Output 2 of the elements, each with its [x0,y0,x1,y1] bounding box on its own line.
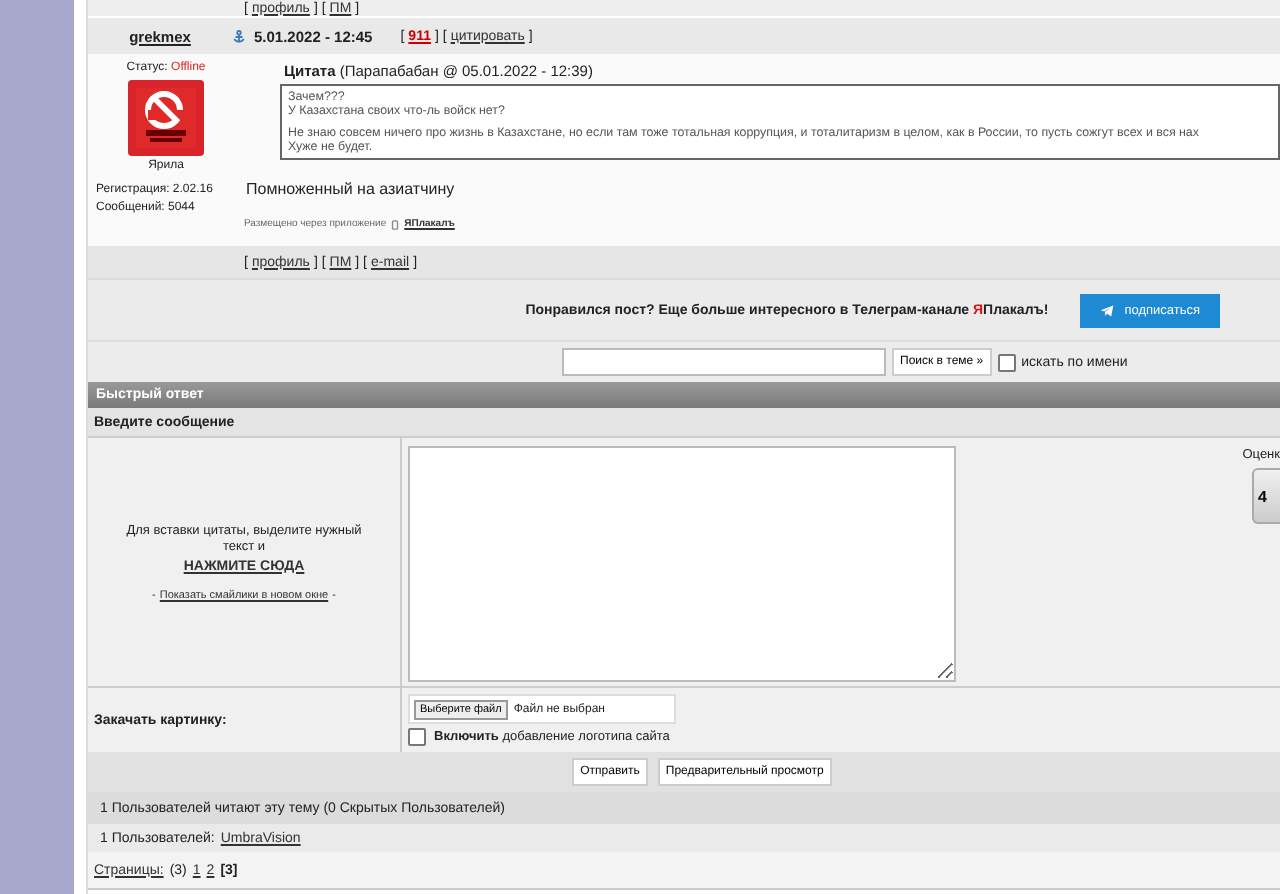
rating-button[interactable]: 4 [1252,468,1280,524]
post-text: Помноженный на азиатчину [246,180,457,198]
